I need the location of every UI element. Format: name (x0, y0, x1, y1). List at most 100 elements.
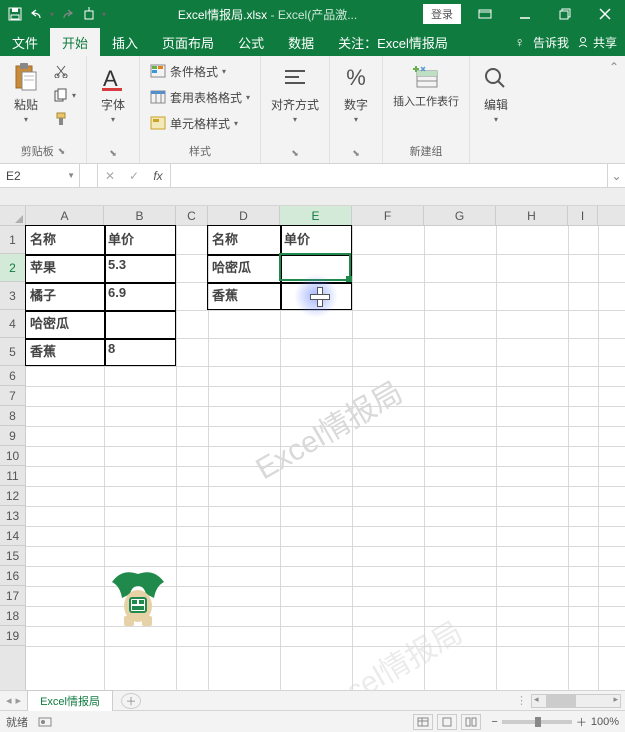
sheet-tab-1[interactable]: Excel情报局 (27, 690, 113, 711)
row-header-18[interactable]: 18 (0, 606, 25, 626)
undo-dropdown-icon[interactable]: ▾ (50, 10, 54, 19)
zoom-out-icon[interactable]: − (491, 716, 497, 728)
tab-home[interactable]: 开始 (50, 28, 100, 56)
accept-formula-icon[interactable]: ✓ (122, 169, 146, 183)
close-icon[interactable] (585, 0, 625, 28)
row-header-4[interactable]: 4 (0, 310, 25, 338)
cancel-formula-icon[interactable]: ✕ (98, 169, 122, 183)
col-header-C[interactable]: C (176, 206, 208, 225)
prev-sheet-icon[interactable]: ◂ (6, 694, 12, 707)
cell-E1[interactable]: 单价 (280, 226, 352, 254)
save-icon[interactable] (6, 5, 24, 23)
row-header-14[interactable]: 14 (0, 526, 25, 546)
col-header-H[interactable]: H (496, 206, 568, 225)
row-header-15[interactable]: 15 (0, 546, 25, 566)
font-dropdown[interactable]: A 字体 ▾ (93, 60, 133, 126)
row-header-13[interactable]: 13 (0, 506, 25, 526)
cell-B1[interactable]: 单价 (104, 226, 176, 254)
col-header-I[interactable]: I (568, 206, 598, 225)
cell-A1[interactable]: 名称 (26, 226, 104, 254)
expand-formula-bar-icon[interactable]: ⌄ (607, 164, 625, 187)
cell-B3[interactable]: 6.9 (104, 282, 176, 310)
col-header-D[interactable]: D (208, 206, 280, 225)
cell-D2[interactable]: 哈密瓜 (208, 254, 280, 282)
normal-view-icon[interactable] (413, 714, 433, 730)
font-group-launcher-icon[interactable]: ⬊ (109, 148, 117, 159)
row-header-12[interactable]: 12 (0, 486, 25, 506)
restore-icon[interactable] (545, 0, 585, 28)
edit-dropdown[interactable]: 编辑 ▾ (476, 60, 516, 126)
row-header-17[interactable]: 17 (0, 586, 25, 606)
collapse-ribbon-icon[interactable]: ⌃ (603, 56, 625, 163)
col-header-E[interactable]: E (280, 206, 352, 225)
zoom-value[interactable]: 100% (591, 716, 619, 728)
redo-icon[interactable] (58, 5, 76, 23)
row-header-10[interactable]: 10 (0, 446, 25, 466)
cell-B2[interactable]: 5.3 (104, 254, 176, 282)
scroll-right-icon[interactable]: ▸ (613, 694, 618, 705)
zoom-in-icon[interactable]: ＋ (576, 714, 587, 730)
share-button[interactable]: 共享 (577, 34, 617, 51)
formula-input[interactable] (171, 164, 607, 187)
copy-button[interactable]: ▾ (50, 84, 80, 106)
ribbon-options-icon[interactable] (465, 0, 505, 28)
touch-mode-icon[interactable] (80, 5, 98, 23)
col-header-B[interactable]: B (104, 206, 176, 225)
col-header-G[interactable]: G (424, 206, 496, 225)
row-header-5[interactable]: 5 (0, 338, 25, 366)
macro-record-icon[interactable] (38, 716, 52, 728)
scroll-thumb[interactable] (546, 695, 576, 707)
number-dropdown[interactable]: % 数字 ▾ (336, 60, 376, 126)
row-header-11[interactable]: 11 (0, 466, 25, 486)
dialog-launcher-icon[interactable]: ⬊ (58, 146, 66, 157)
tell-me-text[interactable]: 告诉我 (533, 34, 569, 51)
page-break-view-icon[interactable] (461, 714, 481, 730)
new-sheet-button[interactable]: ＋ (121, 693, 141, 709)
tab-formulas[interactable]: 公式 (226, 28, 276, 56)
name-box[interactable]: E2 ▼ (0, 164, 80, 187)
row-header-3[interactable]: 3 (0, 282, 25, 310)
cell-D1[interactable]: 名称 (208, 226, 280, 254)
tab-file[interactable]: 文件 (0, 28, 50, 56)
cells-area[interactable]: Excel情报局 Excel情报局 名称单价苹果5.3橘子6.9哈密瓜香蕉8名称… (26, 226, 625, 690)
row-header-6[interactable]: 6 (0, 366, 25, 386)
row-header-16[interactable]: 16 (0, 566, 25, 586)
paste-button[interactable]: 粘贴 ▾ (6, 60, 46, 126)
minimize-icon[interactable] (505, 0, 545, 28)
spreadsheet-grid[interactable]: ABCDEFGHI 12345678910111213141516171819 … (0, 206, 625, 690)
split-handle-icon[interactable]: ⋮ (512, 694, 531, 707)
col-header-F[interactable]: F (352, 206, 424, 225)
cell-styles-button[interactable]: 单元格样式 ▾ (146, 112, 254, 134)
align-launcher-icon[interactable]: ⬊ (291, 148, 299, 159)
row-header-2[interactable]: 2 (0, 254, 25, 282)
row-header-7[interactable]: 7 (0, 386, 25, 406)
row-header-8[interactable]: 8 (0, 406, 25, 426)
sheet-nav[interactable]: ◂▸ (0, 694, 27, 707)
table-format-button[interactable]: 套用表格格式 ▾ (146, 86, 254, 108)
cell-A4[interactable]: 哈密瓜 (26, 310, 104, 338)
tab-insert[interactable]: 插入 (100, 28, 150, 56)
tab-data[interactable]: 数据 (276, 28, 326, 56)
page-layout-view-icon[interactable] (437, 714, 457, 730)
cut-button[interactable] (50, 60, 80, 82)
col-header-A[interactable]: A (26, 206, 104, 225)
zoom-slider[interactable] (502, 720, 572, 724)
conditional-format-button[interactable]: 条件格式 ▾ (146, 60, 254, 82)
scroll-left-icon[interactable]: ◂ (534, 694, 539, 705)
next-sheet-icon[interactable]: ▸ (16, 694, 22, 707)
cell-A2[interactable]: 苹果 (26, 254, 104, 282)
qat-customize-icon[interactable]: ▾ (102, 10, 106, 19)
alignment-dropdown[interactable]: 对齐方式 ▾ (267, 60, 323, 126)
cell-B5[interactable]: 8 (104, 338, 176, 366)
cell-A5[interactable]: 香蕉 (26, 338, 104, 366)
insert-row-button[interactable]: 插入工作表行 (389, 60, 463, 110)
login-button[interactable]: 登录 (423, 4, 461, 24)
format-painter-button[interactable] (50, 108, 80, 130)
row-header-19[interactable]: 19 (0, 626, 25, 646)
select-all-corner[interactable] (0, 206, 26, 226)
tab-page-layout[interactable]: 页面布局 (150, 28, 226, 56)
cell-D3[interactable]: 香蕉 (208, 282, 280, 310)
undo-icon[interactable] (28, 5, 46, 23)
row-header-1[interactable]: 1 (0, 226, 25, 254)
row-header-9[interactable]: 9 (0, 426, 25, 446)
